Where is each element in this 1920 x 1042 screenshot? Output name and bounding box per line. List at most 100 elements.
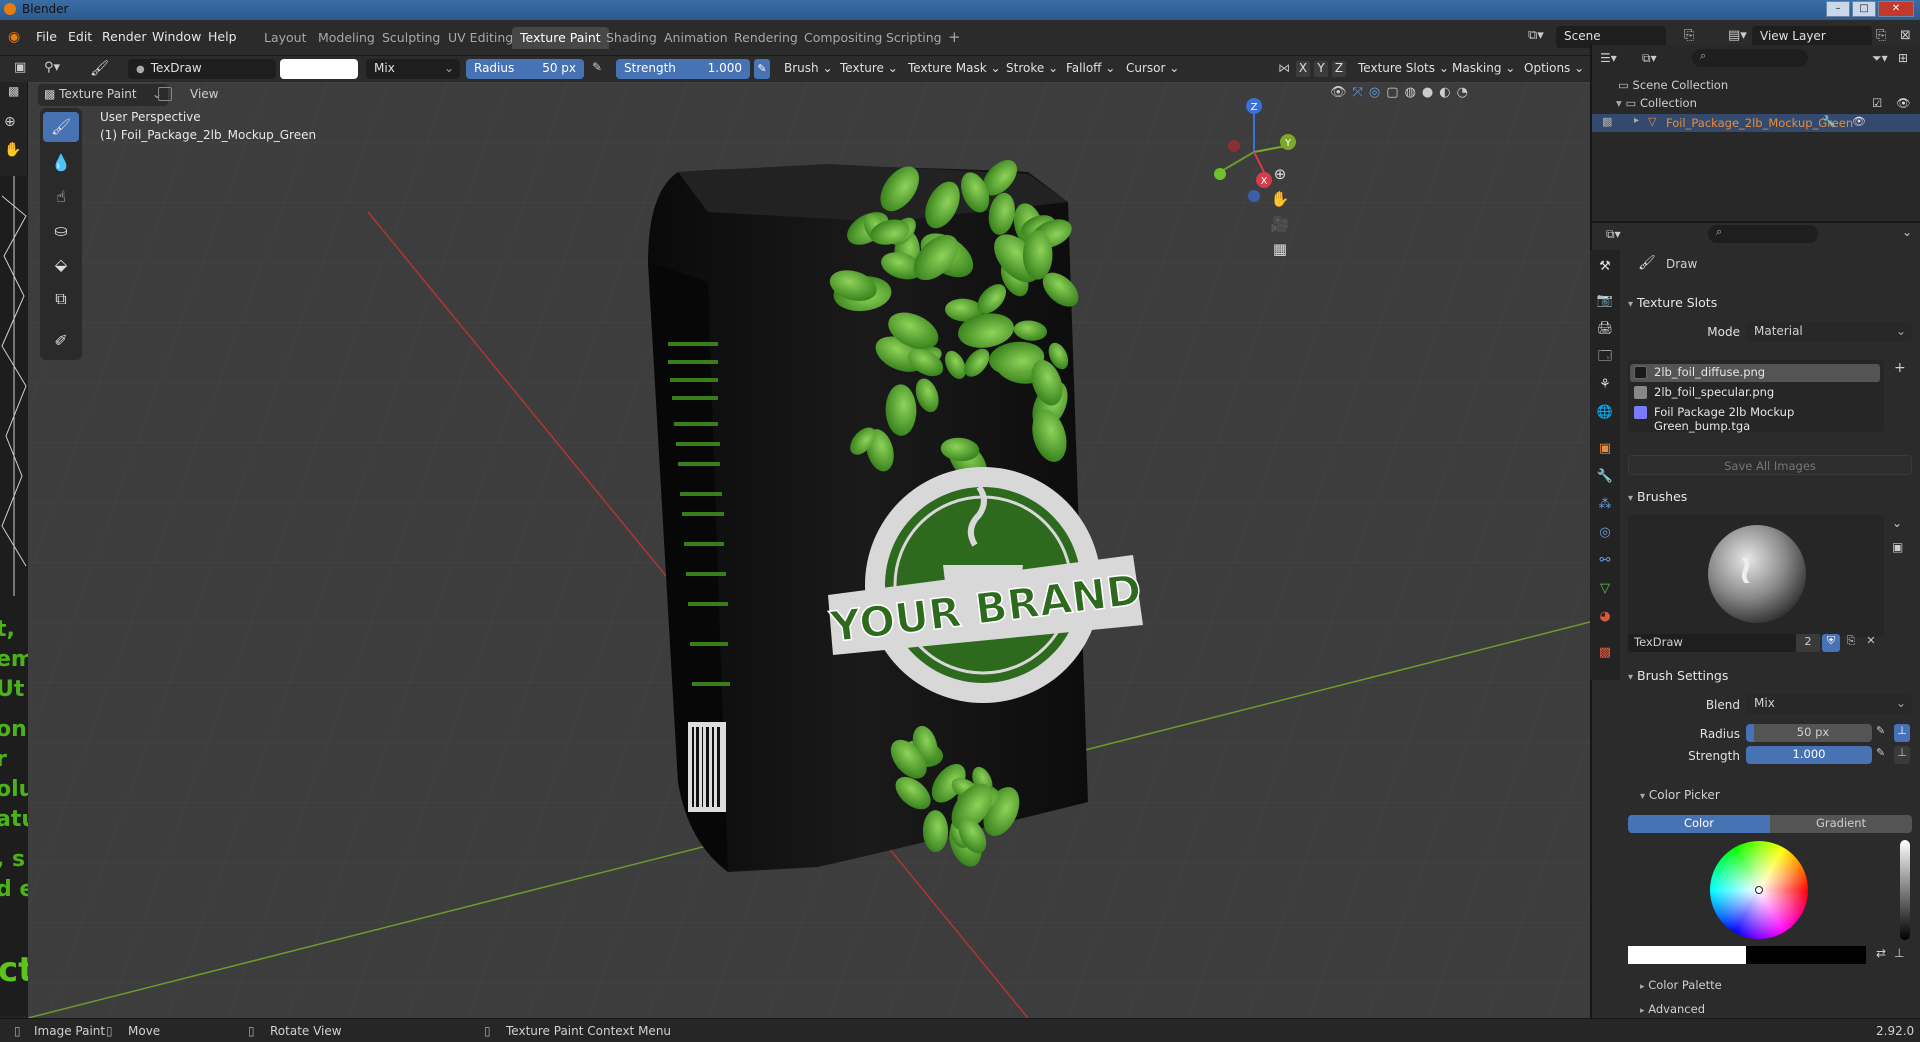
render-tab-icon[interactable]: 📷 — [1596, 292, 1614, 310]
scene-selector-icon[interactable]: ⧉▾ — [1528, 28, 1544, 43]
swap-colors-icon[interactable]: ⇄ — [1876, 946, 1886, 960]
modifier-tab-icon[interactable]: 🔧 — [1596, 468, 1614, 486]
ortho-toggle-icon[interactable]: ▦ — [1268, 237, 1292, 262]
tool-selector-icon[interactable]: ⚲▾ — [44, 60, 60, 75]
brush-settings-panel-header[interactable]: ▾ Brush Settings — [1628, 668, 1728, 683]
scene-new-icon[interactable]: ⎘ — [1684, 28, 1694, 43]
outliner-object-row[interactable]: ▩ ▸ ▽ Foil_Package_2lb_Mockup_Green 🔧 👁 — [1592, 114, 1920, 132]
color-tab[interactable]: Color — [1628, 815, 1770, 833]
color-wheel[interactable] — [1710, 841, 1808, 939]
texture-mask-dropdown[interactable]: Texture Mask ⌄ — [908, 61, 1001, 75]
data-tab-icon[interactable]: ▽ — [1596, 580, 1614, 598]
soften-tool-button[interactable]: 💧 — [43, 148, 79, 178]
tab-scripting[interactable]: Scripting — [878, 27, 950, 49]
properties-options-icon[interactable]: ⌄ — [1902, 225, 1912, 239]
zoom-icon[interactable]: ⊕ — [4, 114, 16, 130]
menu-edit[interactable]: Edit — [68, 29, 92, 44]
new-collection-icon[interactable]: ⊞ — [1898, 51, 1908, 65]
falloff-dropdown[interactable]: Falloff ⌄ — [1066, 61, 1115, 75]
view-layer-icon[interactable]: ▤▾ — [1728, 28, 1747, 43]
axis-y-toggle[interactable]: Y — [1314, 61, 1328, 77]
radius-pressure-icon[interactable]: ✎ — [592, 60, 602, 74]
menu-help[interactable]: Help — [208, 29, 237, 44]
smear-tool-button[interactable]: ☝ — [43, 182, 79, 212]
strength-pressure-toggle-icon[interactable]: ✎ — [1876, 746, 1885, 759]
radius-field[interactable]: 50 px — [1746, 724, 1872, 742]
properties-search-input[interactable]: ⌕ — [1708, 225, 1818, 243]
camera-view-icon[interactable]: 🎥 — [1268, 212, 1292, 237]
strength-lock-icon[interactable]: ⊥ — [1894, 746, 1910, 764]
brushes-panel-header[interactable]: ▾ Brushes — [1628, 489, 1687, 504]
axis-x-toggle[interactable]: X — [1296, 61, 1310, 77]
texture-dropdown[interactable]: Texture ⌄ — [840, 61, 898, 75]
view-layer-tab-icon[interactable]: 🗔 — [1596, 348, 1614, 366]
mode-selector[interactable]: ▩ Texture Paint ⌄ — [38, 84, 168, 106]
tab-texture-paint[interactable]: Texture Paint — [512, 27, 609, 49]
radius-pressure-toggle-icon[interactable]: ✎ — [1876, 724, 1885, 737]
texture-slots-dropdown[interactable]: Texture Slots ⌄ — [1358, 61, 1449, 75]
tab-sculpting[interactable]: Sculpting — [374, 27, 448, 49]
texture-slot-item[interactable]: 2lb_foil_diffuse.png — [1630, 364, 1880, 382]
texture-tab-icon[interactable]: ▩ — [1596, 644, 1614, 662]
color-lock-icon[interactable]: ⊥ — [1894, 946, 1904, 960]
view-layer-new-icon[interactable]: ⎘ — [1876, 28, 1886, 43]
outliner-collection-row[interactable]: ▾ ▭ Collection ☑ 👁 — [1616, 96, 1920, 110]
texture-slot-item[interactable]: 2lb_foil_specular.png — [1630, 384, 1880, 402]
texture-slots-panel-header[interactable]: ▾ Texture Slots — [1628, 295, 1717, 310]
outliner-editor-type-icon[interactable]: ☰▾ — [1600, 51, 1617, 65]
brush-browse-icon[interactable]: ⌄ — [1892, 516, 1902, 530]
tab-rendering[interactable]: Rendering — [726, 27, 806, 49]
minimize-button[interactable]: – — [1826, 1, 1850, 17]
tab-modeling[interactable]: Modeling — [310, 27, 383, 49]
blend-mode-select[interactable]: Mix ⌄ — [366, 59, 460, 79]
particles-tab-icon[interactable]: ⁂ — [1596, 496, 1614, 514]
tab-layout[interactable]: Layout — [256, 27, 315, 49]
mode-select[interactable]: Material ⌄ — [1746, 322, 1912, 342]
visibility-icon[interactable]: 👁 — [1330, 85, 1353, 100]
mask-tool-button[interactable]: ⧉ — [43, 284, 79, 314]
strength-pressure-icon[interactable]: ✎ — [754, 59, 770, 79]
zoom-viewport-icon[interactable]: ⊕ — [1268, 162, 1292, 187]
collection-visibility-icon[interactable]: 👁 — [1896, 96, 1911, 110]
symmetry-icon[interactable]: ⋈ — [1278, 61, 1290, 75]
brush-name-datablock[interactable]: TexDraw — [1628, 634, 1796, 652]
strength-field[interactable]: 1.000 — [1746, 746, 1872, 764]
pan-viewport-icon[interactable]: ✋ — [1268, 187, 1292, 212]
brush-color-swatch[interactable] — [280, 59, 358, 79]
outliner-search-input[interactable]: ⌕ — [1692, 49, 1808, 67]
material-shading-icon[interactable]: ◐ — [1439, 85, 1456, 100]
paint-mask-toggle[interactable] — [158, 87, 172, 101]
radius-unit-icon[interactable]: ⊥ — [1894, 724, 1910, 742]
properties-editor-type-icon[interactable]: ⧉▾ — [1606, 227, 1621, 242]
physics-tab-icon[interactable]: ◎ — [1596, 524, 1614, 542]
gradient-tab[interactable]: Gradient — [1770, 815, 1912, 833]
blender-menu-icon[interactable]: ◉ — [8, 29, 26, 45]
viewport-scene[interactable]: YOUR BRAND Z Y X — [28, 82, 1590, 1018]
pan-hand-icon[interactable]: ✋ — [4, 142, 21, 158]
axis-z-toggle[interactable]: Z — [1332, 61, 1346, 77]
expand-arrow-icon[interactable]: ▸ — [1634, 115, 1639, 126]
collection-checkbox[interactable]: ☑ — [1872, 96, 1882, 110]
stroke-dropdown[interactable]: Stroke ⌄ — [1006, 61, 1058, 75]
color-palette-subpanel-header[interactable]: ▸ Color Palette — [1640, 978, 1722, 992]
cursor-dropdown[interactable]: Cursor ⌄ — [1126, 61, 1179, 75]
texture-slot-item[interactable]: Foil Package 2lb Mockup Green_bump.tga — [1630, 404, 1880, 433]
clone-tool-button[interactable]: ⛀ — [43, 216, 79, 246]
filter-icon[interactable]: ⏷▾ — [1872, 51, 1888, 66]
tab-shading[interactable]: Shading — [598, 27, 665, 49]
uv-editor-icon[interactable]: ▩ — [8, 84, 19, 98]
tab-uv-editing[interactable]: UV Editing — [440, 27, 521, 49]
annotate-tool-button[interactable]: ✐ — [43, 326, 79, 356]
rendered-shading-icon[interactable]: ◔ — [1457, 85, 1474, 100]
brush-dropdown[interactable]: Brush ⌄ — [784, 61, 833, 75]
expand-arrow-icon[interactable]: ▾ — [1616, 96, 1622, 110]
view-layer-remove-icon[interactable]: ⊠ — [1900, 28, 1911, 43]
radius-slider[interactable]: Radius 50 px — [466, 59, 584, 79]
object-tab-icon[interactable]: ▣ — [1596, 440, 1614, 458]
add-slot-icon[interactable]: + — [1894, 360, 1906, 376]
fill-tool-button[interactable]: ⬙ — [43, 250, 79, 280]
add-workspace-icon[interactable]: + — [948, 28, 961, 46]
save-all-images-button[interactable]: Save All Images — [1628, 455, 1912, 475]
secondary-color-swatch[interactable] — [1746, 946, 1866, 964]
brush-name-field[interactable]: ● TexDraw — [128, 59, 276, 79]
